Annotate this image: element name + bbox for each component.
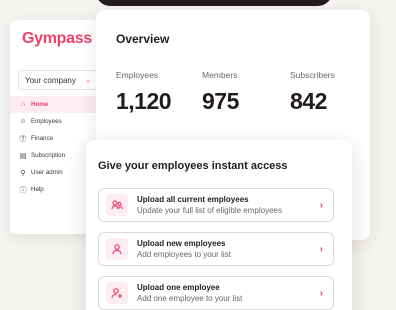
- brand-logo: Gympass: [22, 30, 92, 47]
- upload-new-employees-option[interactable]: Upload new employees Add employees to yo…: [98, 232, 334, 266]
- stat-label: Employees: [116, 70, 159, 80]
- access-card: Give your employees instant access Uploa…: [86, 140, 352, 310]
- document-icon: ▤: [19, 152, 27, 160]
- sidebar-item-label: Subscription: [31, 152, 66, 159]
- top-bar: [96, 0, 332, 6]
- sidebar-item-label: Finance: [31, 135, 54, 142]
- option-title: Upload all current employees: [137, 195, 249, 204]
- sidebar-item-subscription[interactable]: ▤ Subscription: [10, 147, 98, 164]
- sidebar-item-home[interactable]: ⌂ Home: [10, 96, 98, 113]
- stat-label: Subscribers: [290, 70, 335, 80]
- stat-employees: Employees 1,120: [116, 70, 172, 115]
- stat-subscribers: Subscribers 842: [290, 70, 335, 115]
- chevron-right-icon: ›: [319, 287, 323, 299]
- chevron-down-icon: ⌄: [85, 77, 91, 84]
- sidebar-item-user-admin[interactable]: ⚲ User admin: [10, 164, 98, 181]
- users-admin-icon: ⚲: [20, 169, 26, 177]
- user-add-icon: [106, 282, 128, 304]
- user-icon: ☺: [19, 118, 27, 125]
- stat-value: 1,120: [116, 88, 172, 114]
- company-select[interactable]: Your company ⌄: [18, 70, 98, 90]
- upload-one-employee-option[interactable]: Upload one employee Add one employee to …: [98, 276, 334, 310]
- upload-all-employees-option[interactable]: Upload all current employees Update your…: [98, 188, 334, 222]
- sidebar-item-label: Home: [31, 101, 49, 108]
- option-subtitle: Add employees to your list: [137, 250, 231, 259]
- sidebar-item-employees[interactable]: ☺ Employees: [10, 113, 98, 130]
- stat-members: Members 975: [202, 70, 239, 115]
- access-title: Give your employees instant access: [98, 160, 288, 172]
- help-icon: ⓘ: [19, 186, 27, 194]
- dollar-icon: Ⓣ: [19, 135, 27, 143]
- option-subtitle: Add one employee to your list: [137, 294, 243, 303]
- sidebar-nav: ⌂ Home ☺ Employees Ⓣ Finance ▤ Subscript…: [10, 96, 98, 198]
- stat-value: 842: [290, 88, 327, 114]
- option-subtitle: Update your full list of eligible employ…: [137, 206, 282, 215]
- sidebar: Gympass Your company ⌄ ⌂ Home ☺ Employee…: [10, 20, 98, 234]
- chevron-right-icon: ›: [319, 199, 323, 211]
- stat-value: 975: [202, 88, 239, 114]
- option-title: Upload one employee: [137, 283, 220, 292]
- sidebar-item-help[interactable]: ⓘ Help: [10, 181, 98, 198]
- company-select-value: Your company: [25, 75, 76, 85]
- user-icon: [106, 238, 128, 260]
- option-title: Upload new employees: [137, 239, 226, 248]
- home-icon: ⌂: [20, 101, 26, 108]
- chevron-right-icon: ›: [319, 243, 323, 255]
- sidebar-item-label: Employees: [31, 118, 62, 125]
- users-upload-icon: [106, 194, 128, 216]
- overview-title: Overview: [116, 32, 170, 46]
- sidebar-item-finance[interactable]: Ⓣ Finance: [10, 130, 98, 147]
- sidebar-item-label: User admin: [31, 169, 63, 176]
- sidebar-item-label: Help: [31, 186, 44, 193]
- stat-label: Members: [202, 70, 238, 80]
